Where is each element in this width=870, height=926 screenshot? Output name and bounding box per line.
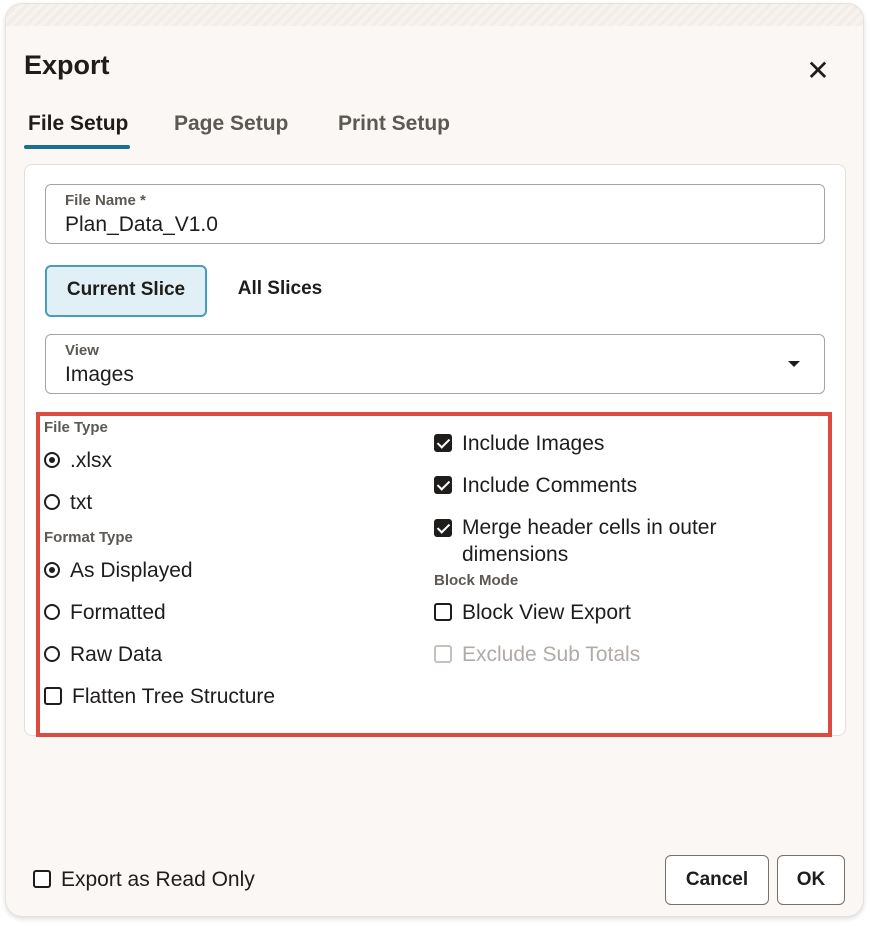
file-name-label: File Name * [65,192,146,209]
checkbox-unchecked-icon [44,687,62,705]
radio-raw-data[interactable]: Raw Data [44,643,162,667]
checkbox-exclude-sub-totals-label: Exclude Sub Totals [462,643,641,666]
tab-page-setup[interactable]: Page Setup [174,112,288,136]
file-type-label: File Type [44,419,108,436]
export-dialog: Export ✕ File Setup Page Setup Print Set… [6,4,863,916]
checkbox-include-images[interactable]: Include Images [434,432,604,456]
checkbox-merge-header-cells-label: Merge header cells in outer dimensions [462,516,717,566]
checkbox-export-read-only-label: Export as Read Only [61,868,255,891]
checkbox-include-images-label: Include Images [462,432,605,455]
radio-as-displayed-label: As Displayed [70,559,193,582]
checkbox-checked-icon [434,434,452,452]
radio-unselected-icon [44,646,60,662]
checkbox-flatten-tree-label: Flatten Tree Structure [72,685,276,708]
block-mode-label: Block Mode [434,572,519,589]
file-name-input[interactable] [65,213,765,237]
checkbox-disabled-icon [434,645,452,663]
radio-unselected-icon [44,604,60,620]
tab-print-setup[interactable]: Print Setup [338,112,450,136]
view-label: View [65,342,99,359]
checkbox-checked-icon [434,476,452,494]
checkbox-include-comments[interactable]: Include Comments [434,474,637,498]
checkbox-unchecked-icon [33,870,51,888]
active-tab-indicator [24,145,130,149]
checkbox-unchecked-icon [434,603,452,621]
checkbox-checked-icon [434,519,452,537]
radio-xlsx[interactable]: .xlsx [44,449,112,473]
radio-formatted-label: Formatted [70,601,166,624]
checkbox-block-view-export[interactable]: Block View Export [434,601,631,625]
radio-txt[interactable]: txt [44,491,92,515]
checkbox-merge-header-cells[interactable]: Merge header cells in outer dimensions [434,514,752,568]
current-slice-button[interactable]: Current Slice [45,265,207,317]
chevron-down-icon [788,361,800,367]
ok-button[interactable]: OK [777,855,845,905]
close-icon[interactable]: ✕ [803,56,833,86]
checkbox-exclude-sub-totals: Exclude Sub Totals [434,643,640,667]
checkbox-block-view-export-label: Block View Export [462,601,631,624]
dialog-title: Export [24,50,110,80]
radio-unselected-icon [44,494,60,510]
radio-raw-data-label: Raw Data [70,643,163,666]
radio-xlsx-label: .xlsx [70,449,112,472]
all-slices-button[interactable]: All Slices [225,265,335,313]
file-name-field[interactable]: File Name * [45,184,825,244]
radio-as-displayed[interactable]: As Displayed [44,559,193,583]
cancel-button[interactable]: Cancel [665,855,769,905]
view-value: Images [65,363,134,386]
checkbox-include-comments-label: Include Comments [462,474,638,497]
radio-formatted[interactable]: Formatted [44,601,166,625]
tab-file-setup[interactable]: File Setup [28,112,128,136]
view-select[interactable]: View Images [45,334,825,394]
checkbox-flatten-tree[interactable]: Flatten Tree Structure [44,685,275,709]
top-texture [6,4,863,26]
radio-txt-label: txt [70,491,93,514]
checkbox-export-read-only[interactable]: Export as Read Only [33,868,255,892]
format-type-label: Format Type [44,529,133,546]
radio-selected-icon [44,452,60,468]
radio-selected-icon [44,562,60,578]
